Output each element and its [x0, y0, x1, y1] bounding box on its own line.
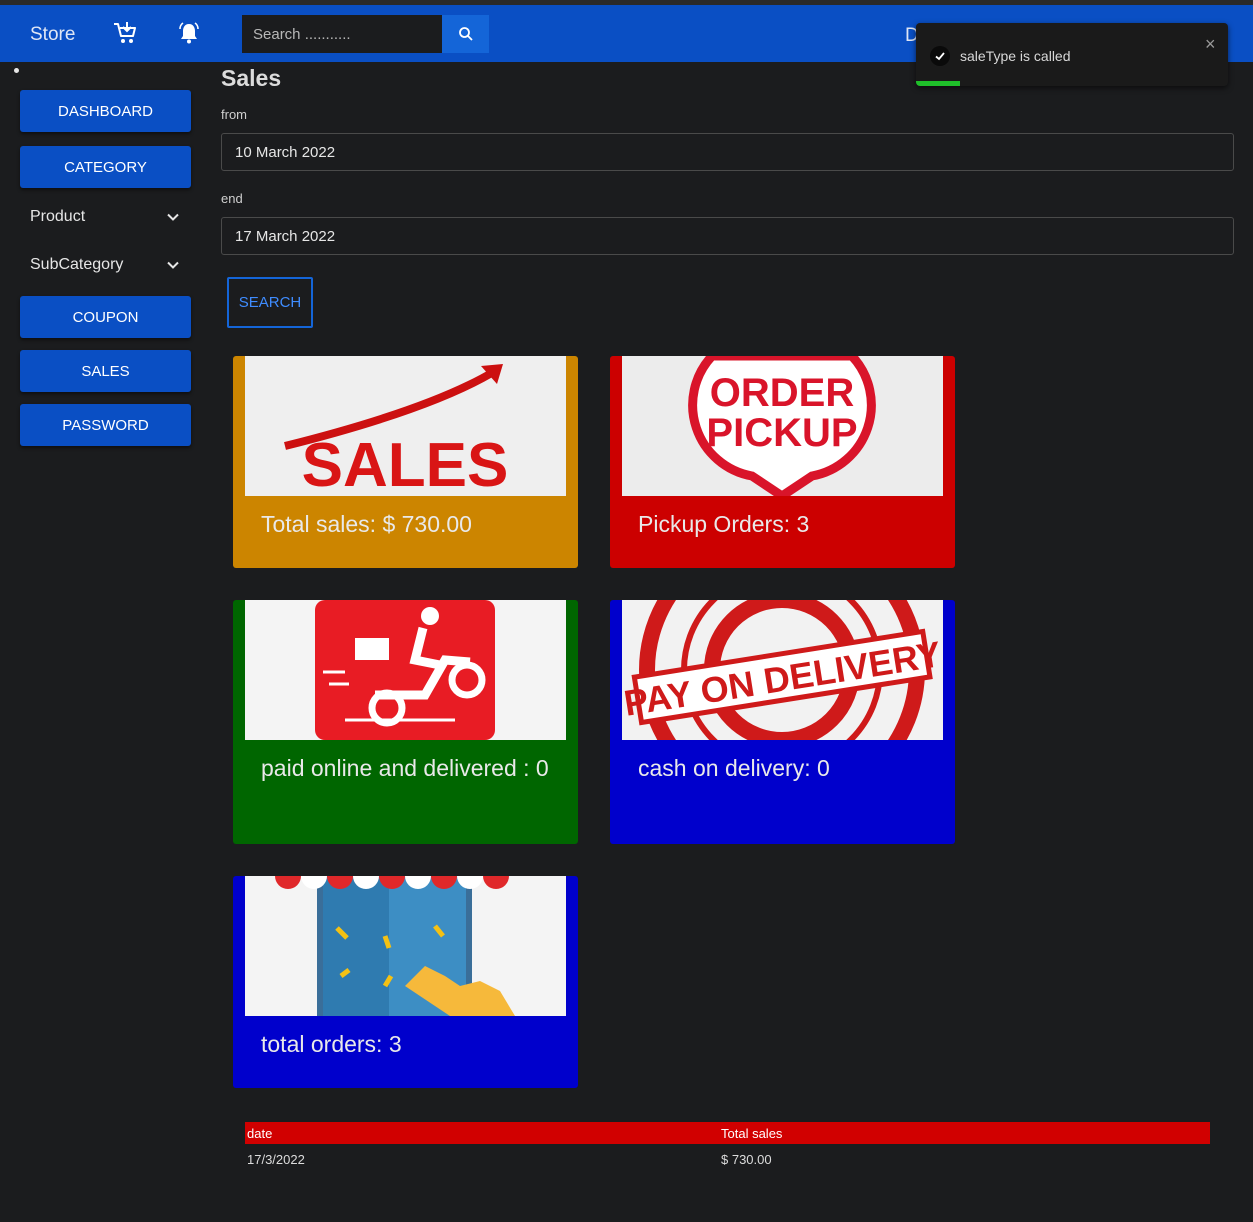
- total-orders-text: total orders: 3: [261, 1031, 402, 1057]
- end-date-input[interactable]: 17 March 2022: [221, 217, 1234, 255]
- chevron-down-icon: [167, 261, 179, 269]
- page-title: Sales: [221, 65, 282, 91]
- cart-icon[interactable]: [112, 20, 138, 46]
- paid-online-text: paid online and delivered : 0: [261, 755, 549, 781]
- sales-table-header: date Total sales: [245, 1122, 1210, 1144]
- sidebar-coupon-button[interactable]: COUPON: [20, 296, 191, 338]
- order-pickup-text-2: PICKUP: [706, 411, 857, 455]
- list-bullet: [14, 68, 19, 73]
- sidebar-password-button[interactable]: PASSWORD: [20, 404, 191, 446]
- order-pickup-image: ORDER PICKUP: [622, 356, 943, 496]
- table-cell-total-sales: $ 730.00: [721, 1152, 772, 1167]
- brand-link[interactable]: Store: [30, 24, 75, 46]
- delivery-scooter-image: [245, 600, 566, 740]
- pay-on-delivery-image: PAY ON DELIVERY: [622, 600, 943, 740]
- table-header-date: date: [247, 1126, 273, 1141]
- from-label: from: [221, 107, 247, 122]
- sidebar-subcategory-label: SubCategory: [30, 256, 124, 273]
- sidebar-category-button[interactable]: CATEGORY: [20, 146, 191, 188]
- search-icon: [458, 27, 473, 41]
- cash-on-delivery-text: cash on delivery: 0: [638, 755, 830, 781]
- table-cell-date: 17/3/2022: [247, 1152, 305, 1167]
- sidebar-dashboard-button[interactable]: DASHBOARD: [20, 90, 191, 132]
- total-sales-card: SALES Total sales: $ 730.00: [233, 356, 578, 568]
- order-pickup-text-1: ORDER: [710, 371, 855, 415]
- toast-notification: saleType is called ×: [916, 23, 1228, 86]
- shop-phone-image: [245, 876, 566, 1016]
- search-input[interactable]: [242, 15, 442, 53]
- toast-message: saleType is called: [960, 48, 1071, 64]
- toast-close-button[interactable]: ×: [1205, 34, 1216, 55]
- sales-search-button[interactable]: SEARCH: [227, 277, 313, 328]
- table-header-total-sales: Total sales: [721, 1126, 783, 1141]
- paid-online-card: paid online and delivered : 0: [233, 600, 578, 844]
- from-date-input[interactable]: 10 March 2022: [221, 133, 1234, 171]
- check-icon: [930, 46, 950, 66]
- chevron-down-icon: [167, 213, 179, 221]
- pickup-orders-card: ORDER PICKUP Pickup Orders: 3: [610, 356, 955, 568]
- table-row: 17/3/2022 $ 730.00: [245, 1148, 1210, 1170]
- cash-on-delivery-card: PAY ON DELIVERY cash on delivery: 0: [610, 600, 955, 844]
- sidebar-product-label: Product: [30, 208, 86, 225]
- total-sales-text: Total sales: $ 730.00: [261, 511, 472, 537]
- toast-progress-bar: [916, 81, 960, 86]
- end-label: end: [221, 191, 243, 206]
- sales-image: SALES: [245, 356, 566, 496]
- sidebar-sales-button[interactable]: SALES: [20, 350, 191, 392]
- search-button[interactable]: [442, 15, 489, 53]
- bell-icon[interactable]: [176, 20, 202, 46]
- sales-image-text: SALES: [302, 431, 509, 496]
- sidebar-product-dropdown[interactable]: Product: [30, 205, 180, 229]
- sidebar-subcategory-dropdown[interactable]: SubCategory: [30, 253, 180, 277]
- total-orders-card: total orders: 3: [233, 876, 578, 1088]
- pickup-orders-text: Pickup Orders: 3: [638, 511, 810, 537]
